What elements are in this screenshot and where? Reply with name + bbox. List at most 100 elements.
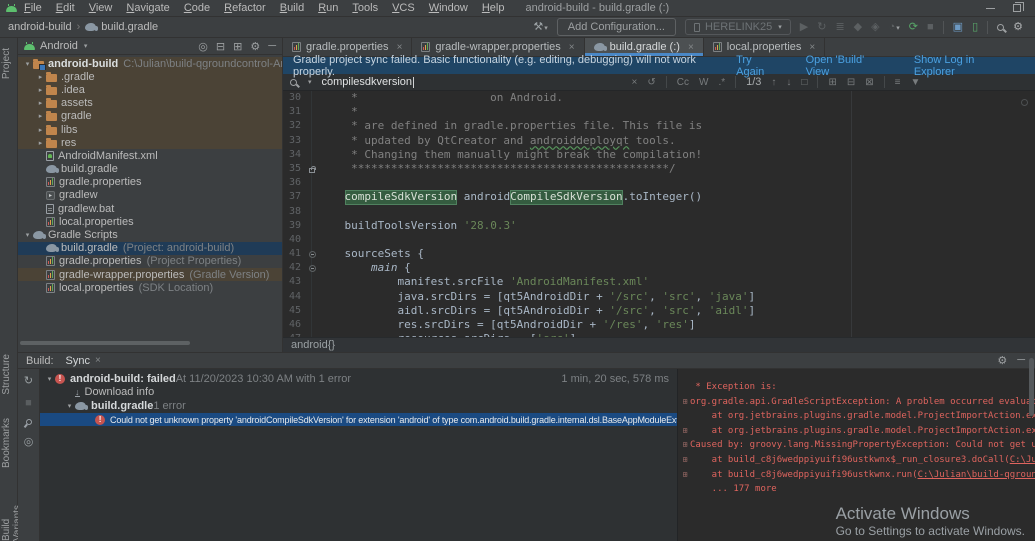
menu-code[interactable]: Code xyxy=(177,2,217,14)
close-icon[interactable]: × xyxy=(569,42,575,53)
tree-item-androidmanifest-xml[interactable]: AndroidManifest.xml xyxy=(18,149,282,162)
tree-item-gradle[interactable]: ▸gradle xyxy=(18,110,282,123)
toggle-cc[interactable]: Cc xyxy=(677,77,689,88)
close-icon[interactable]: × xyxy=(809,42,815,53)
clear-search-icon[interactable]: × xyxy=(632,77,638,88)
run-icon[interactable]: ▶ xyxy=(800,22,808,33)
search-icon[interactable] xyxy=(290,79,297,86)
expand-all-icon[interactable]: ⊞ xyxy=(233,40,242,53)
banner-action-show-log-in-explorer[interactable]: Show Log in Explorer xyxy=(914,54,1017,78)
tree-item-gradlew-bat[interactable]: gradlew.bat xyxy=(18,202,282,215)
chevron-collapsed-icon[interactable]: ▸ xyxy=(35,139,46,147)
collapse-all-icon[interactable]: ⊟ xyxy=(216,40,225,53)
search-input[interactable]: compilesdkversion xyxy=(322,76,622,88)
code-line-43[interactable]: 43 manifest.srcFile 'AndroidManifest.xml… xyxy=(283,275,1035,289)
device-manager-icon[interactable]: ▯ xyxy=(972,22,978,33)
find-selection-icon[interactable]: □ xyxy=(801,77,807,88)
code-line-40[interactable]: 40 xyxy=(283,233,1035,247)
tree-item-gradlew[interactable]: gradlew xyxy=(18,189,282,202)
chevron-collapsed-icon[interactable]: ▸ xyxy=(35,86,46,94)
tree-item-assets[interactable]: ▸assets xyxy=(18,97,282,110)
close-icon[interactable]: × xyxy=(397,42,403,53)
code-line-44[interactable]: 44 java.srcDirs = [qt5AndroidDir + '/src… xyxy=(283,290,1035,304)
next-match-icon[interactable]: ↓ xyxy=(786,77,791,88)
horizontal-scrollbar[interactable] xyxy=(20,341,190,345)
select-all-occurrences-icon[interactable]: ⊠ xyxy=(865,77,873,88)
menu-file[interactable]: File xyxy=(17,2,49,14)
code-line-38[interactable]: 38 xyxy=(283,205,1035,219)
build-hammer-icon[interactable]: ⚒▾ xyxy=(533,22,547,33)
restore-icon[interactable] xyxy=(1013,4,1021,12)
code-line-39[interactable]: 39 buildToolsVersion '28.0.3' xyxy=(283,219,1035,233)
fold-plus-icon[interactable]: ⊞ xyxy=(680,395,690,410)
settings-gear-icon[interactable]: ⚙ xyxy=(1013,22,1023,33)
device-selector[interactable]: HERELINK25 ▾ xyxy=(685,19,791,35)
menu-build[interactable]: Build xyxy=(273,2,311,14)
menu-view[interactable]: View xyxy=(82,2,120,14)
tree-item-gradle-wrapper-properties[interactable]: gradle-wrapper.properties(Gradle Version… xyxy=(18,268,282,281)
menu-tools[interactable]: Tools xyxy=(345,2,385,14)
filter-lines-icon[interactable]: ≡ xyxy=(895,77,901,88)
chevron-collapsed-icon[interactable]: ▸ xyxy=(35,99,46,107)
banner-action-open-build-view[interactable]: Open 'Build' View xyxy=(806,54,890,78)
tree-item-res[interactable]: ▸res xyxy=(18,136,282,149)
build-tree-row[interactable]: ▾build.gradle 1 error xyxy=(40,399,677,413)
locate-file-icon[interactable]: ◎ xyxy=(198,40,208,53)
code-line-45[interactable]: 45 aidl.srcDirs = [qt5AndroidDir + '/src… xyxy=(283,304,1035,318)
close-icon[interactable]: × xyxy=(688,42,694,53)
tree-item-gradle-scripts[interactable]: ▾Gradle Scripts xyxy=(18,228,282,241)
code-editor[interactable]: 30 * on Android.31 *32 * are defined in … xyxy=(283,91,1035,337)
fold-toggle-icon[interactable] xyxy=(309,251,316,258)
fold-plus-icon[interactable]: ⊞ xyxy=(680,453,690,468)
previous-match-icon[interactable]: ↑ xyxy=(771,77,776,88)
code-line-47[interactable]: 47 resources.srcDirs = ['src'] xyxy=(283,332,1035,337)
tree-item-local-properties[interactable]: local.properties xyxy=(18,215,282,228)
code-line-42[interactable]: 42 main { xyxy=(283,261,1035,275)
file-link[interactable]: C:\Jul xyxy=(1010,453,1035,468)
menu-vcs[interactable]: VCS xyxy=(385,2,422,14)
code-line-31[interactable]: 31 * xyxy=(283,105,1035,119)
chevron-down-icon[interactable]: ▾ xyxy=(84,42,88,50)
menu-navigate[interactable]: Navigate xyxy=(119,2,176,14)
filter-search-icon[interactable]: ▼ xyxy=(910,77,920,88)
fold-plus-icon[interactable]: ⊞ xyxy=(680,468,690,483)
code-line-37[interactable]: 37 compileSdkVersion androidCompileSdkVe… xyxy=(283,190,1035,204)
chevron-collapsed-icon[interactable]: ▸ xyxy=(35,112,46,120)
menu-window[interactable]: Window xyxy=(422,2,475,14)
tree-item-build-gradle[interactable]: build.gradle xyxy=(18,163,282,176)
code-line-32[interactable]: 32 * are defined in gradle.properties fi… xyxy=(283,119,1035,133)
minimize-icon[interactable] xyxy=(986,8,995,9)
toggle-[interactable]: .* xyxy=(718,77,725,88)
tree-item-gradle-properties[interactable]: gradle.properties(Project Properties) xyxy=(18,255,282,268)
code-line-30[interactable]: 30 * on Android. xyxy=(283,91,1035,105)
code-line-41[interactable]: 41 sourceSets { xyxy=(283,247,1035,261)
menu-help[interactable]: Help xyxy=(475,2,512,14)
code-line-35[interactable]: 35 *************************************… xyxy=(283,162,1035,176)
run-tasks-list-icon[interactable]: ≣ xyxy=(835,22,844,33)
file-link[interactable]: C:\Julian\build-qground xyxy=(918,468,1035,483)
avd-manager-icon[interactable]: ▣ xyxy=(953,22,963,33)
tree-item-gradle[interactable]: ▸.gradle xyxy=(18,70,282,83)
rerun-icon[interactable]: ↻ xyxy=(24,374,33,387)
code-line-36[interactable]: 36 xyxy=(283,176,1035,190)
profiler-icon[interactable]: ◔▾ xyxy=(889,22,900,33)
build-tree-row[interactable]: ↓Download info xyxy=(40,386,677,400)
tool-tab-bookmarks[interactable]: Bookmarks xyxy=(1,418,12,468)
menu-run[interactable]: Run xyxy=(311,2,345,14)
toggle-w[interactable]: W xyxy=(699,77,708,88)
settings-gear-icon[interactable]: ⚙ xyxy=(250,40,260,53)
menu-refactor[interactable]: Refactor xyxy=(217,2,273,14)
debug-icon[interactable]: ◆ xyxy=(854,22,862,33)
code-breadcrumb[interactable]: android{} xyxy=(291,339,335,351)
tree-item-local-properties[interactable]: local.properties(SDK Location) xyxy=(18,281,282,294)
tree-item-android-build[interactable]: ▾android-buildC:\Julian\build-qgroundcon… xyxy=(18,57,282,70)
chevron-down-icon[interactable]: ▾ xyxy=(308,78,312,86)
apply-changes-icon[interactable]: ↻ xyxy=(817,22,826,33)
fold-toggle-icon[interactable] xyxy=(309,265,316,272)
add-occurrence-icon[interactable]: ⊞ xyxy=(828,77,836,88)
fold-plus-icon[interactable]: ⊞ xyxy=(680,424,690,439)
vertical-scrollbar[interactable] xyxy=(1029,358,1034,416)
build-tree-row[interactable]: ▾android-build: failed At 11/20/2023 10:… xyxy=(40,372,677,386)
hide-panel-icon[interactable]: ─ xyxy=(268,40,276,52)
build-tree-row[interactable]: Could not get unknown property 'androidC… xyxy=(40,413,677,427)
